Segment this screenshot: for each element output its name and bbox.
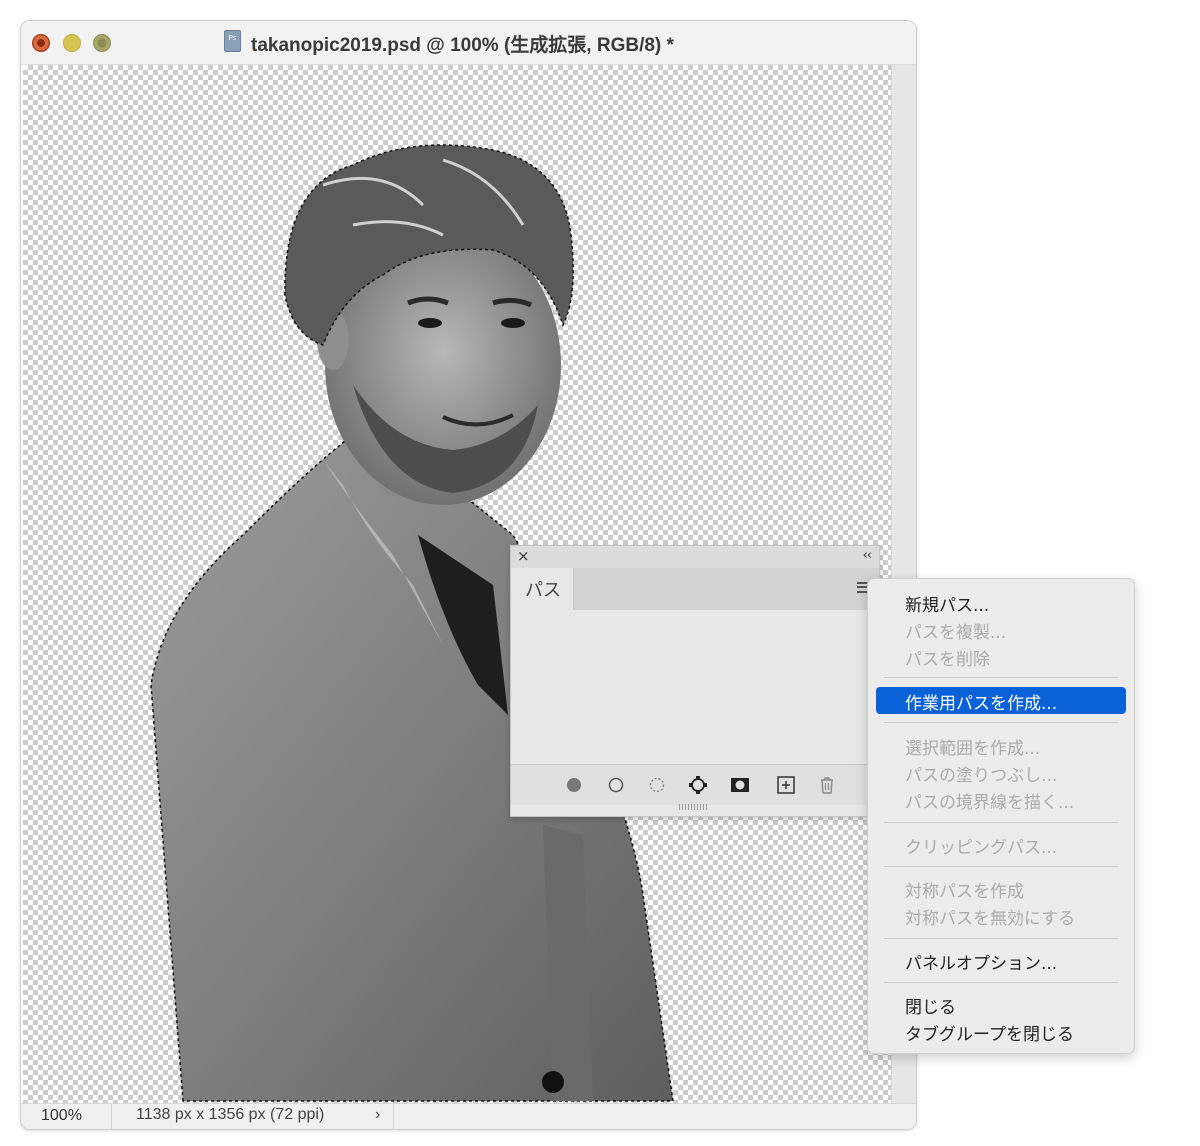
panel-close-icon[interactable]: × xyxy=(517,547,530,565)
make-path-from-selection-icon[interactable] xyxy=(688,775,708,795)
menu-separator xyxy=(884,677,1118,678)
minimize-window-button[interactable] xyxy=(63,34,81,52)
status-more-chevron-icon[interactable]: › xyxy=(375,1106,380,1124)
status-divider xyxy=(393,1104,394,1129)
paths-panel-menu: 新規パス... パスを複製... パスを削除 作業用パスを作成... 選択範囲を… xyxy=(867,578,1135,1054)
status-divider xyxy=(111,1104,112,1129)
menu-item-close[interactable]: 閉じる xyxy=(905,993,956,1018)
close-window-button[interactable] xyxy=(32,34,50,52)
paths-list[interactable] xyxy=(511,610,879,764)
menu-item-close-tab-group[interactable]: タブグループを閉じる xyxy=(905,1020,1074,1045)
paths-panel: × ‹‹ パス xyxy=(510,545,880,817)
menu-separator xyxy=(884,722,1118,723)
eye-right xyxy=(501,318,525,328)
menu-item-panel-options[interactable]: パネルオプション... xyxy=(905,949,1057,974)
panel-tab-strip: パス xyxy=(511,568,879,610)
document-title: takanopic2019.psd @ 100% (生成拡張, RGB/8) * xyxy=(251,35,674,56)
menu-separator xyxy=(884,866,1118,867)
menu-item-fill-path[interactable]: パスの塗りつぶし... xyxy=(905,761,1057,786)
menu-separator xyxy=(884,938,1118,939)
button-dot xyxy=(542,1071,564,1093)
menu-separator xyxy=(884,982,1118,983)
tab-paths-label: パス xyxy=(525,580,561,601)
delete-path-icon[interactable] xyxy=(817,775,837,795)
menu-item-disable-symmetry-path[interactable]: 対称パスを無効にする xyxy=(905,904,1075,929)
menu-item-clipping-path[interactable]: クリッピングパス... xyxy=(905,833,1057,858)
menu-item-make-symmetry-path[interactable]: 対称パスを作成 xyxy=(905,877,1024,902)
load-as-selection-icon[interactable] xyxy=(647,775,667,795)
panel-footer xyxy=(511,764,879,805)
menu-item-new-path[interactable]: 新規パス... xyxy=(905,591,989,616)
menu-item-make-work-path-label: 作業用パスを作成... xyxy=(905,694,1058,714)
fill-path-icon[interactable] xyxy=(564,775,584,795)
menu-item-delete-path[interactable]: パスを削除 xyxy=(905,645,990,670)
tab-paths[interactable]: パス xyxy=(511,568,574,610)
stroke-path-icon[interactable] xyxy=(606,775,626,795)
panel-resize-grip[interactable] xyxy=(679,804,709,810)
zoom-window-button[interactable] xyxy=(93,34,111,52)
menu-item-make-selection[interactable]: 選択範囲を作成... xyxy=(905,734,1040,759)
status-bar: 100% 1138 px x 1356 px (72 ppi) › xyxy=(21,1103,916,1129)
eye-left xyxy=(418,318,442,328)
menu-item-duplicate-path[interactable]: パスを複製... xyxy=(905,618,1006,643)
menu-item-stroke-path[interactable]: パスの境界線を描く... xyxy=(905,788,1074,813)
add-mask-icon[interactable] xyxy=(730,775,750,795)
document-info: 1138 px x 1356 px (72 ppi) xyxy=(136,1106,325,1123)
new-path-icon[interactable] xyxy=(776,775,796,795)
panel-collapse-icon[interactable]: ‹‹ xyxy=(863,548,872,563)
menu-separator xyxy=(884,822,1118,823)
menu-item-make-work-path[interactable]: 作業用パスを作成... xyxy=(876,687,1126,714)
psd-file-icon: Ps xyxy=(224,30,241,52)
zoom-level[interactable]: 100% xyxy=(41,1107,82,1125)
title-bar[interactable]: Ps takanopic2019.psd @ 100% (生成拡張, RGB/8… xyxy=(21,21,916,65)
panel-header[interactable]: × ‹‹ xyxy=(511,546,879,568)
